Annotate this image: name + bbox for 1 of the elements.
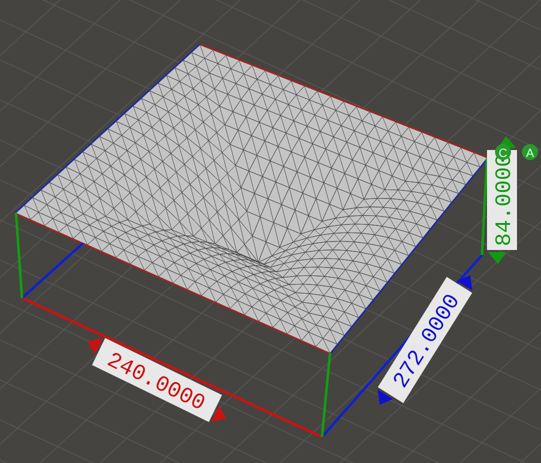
axis-badge[interactable]: A: [522, 144, 538, 160]
